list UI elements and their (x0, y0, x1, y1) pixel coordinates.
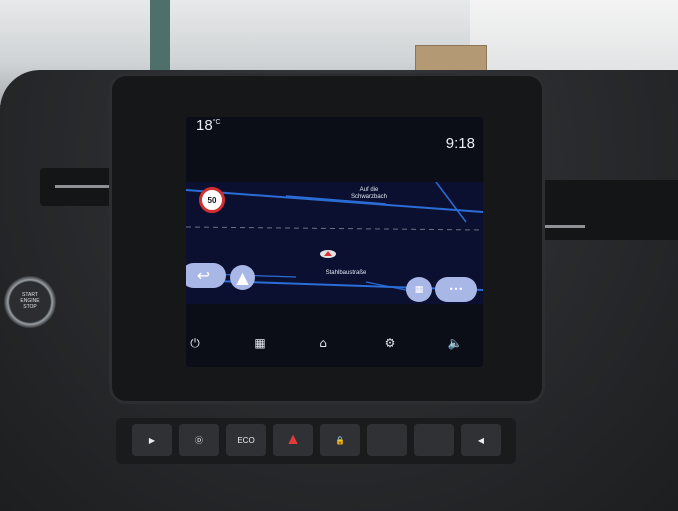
air-vent-right[interactable] (540, 180, 678, 240)
seat-icon: ◀ (477, 435, 485, 445)
current-street-label: Stahlbaustraße (325, 270, 367, 276)
lane-divider (186, 226, 483, 231)
bottom-dock: ⏻ ▦ ⌂ ⚙ 🔈 (186, 322, 483, 367)
seat-icon: ▶ (148, 435, 156, 445)
vent-slat (545, 225, 585, 228)
blank-button[interactable] (367, 424, 407, 456)
power-icon[interactable]: ⏻ (186, 334, 204, 352)
back-button[interactable]: ↩ (186, 263, 226, 288)
vent-slat (55, 185, 110, 188)
route-options-button[interactable]: ▦ (406, 277, 432, 302)
more-button[interactable]: ••• (435, 277, 477, 302)
seat-heater-right-button[interactable]: ◀ (461, 424, 501, 456)
route-options-icon: ▦ (414, 284, 424, 295)
auto-stop-icon: Ⓓ (195, 435, 203, 445)
back-arrow-icon: ↩ (196, 266, 211, 285)
lock-button[interactable]: 🔒 (320, 424, 360, 456)
apps-grid-icon[interactable]: ▦ (251, 334, 269, 352)
navigation-arrow-icon: ▲ (236, 268, 249, 287)
more-icon: ••• (448, 285, 464, 294)
temperature-readout: 18°C (196, 117, 221, 134)
car-dashboard-photo: START ENGINE STOP 18°C 9:18 50 Auf die S… (0, 0, 678, 511)
physical-button-strip (116, 418, 516, 464)
infotainment-screen[interactable]: 18°C 9:18 50 Auf die Schwarzbach Stahlba… (186, 117, 483, 367)
lock-icon: 🔒 (335, 435, 345, 445)
hazard-icon: ▲ (285, 431, 301, 448)
vehicle-position-marker (320, 250, 336, 258)
speed-limit-sign: 50 (199, 187, 225, 213)
home-icon[interactable]: ⌂ (314, 334, 332, 352)
navigate-button[interactable]: ▲ (230, 265, 255, 290)
volume-icon[interactable]: 🔈 (446, 334, 464, 352)
road (186, 189, 483, 213)
blank-button-2[interactable] (414, 424, 454, 456)
auto-start-stop-button[interactable]: Ⓓ (179, 424, 219, 456)
clock: 9:18 (445, 135, 475, 152)
upcoming-street-label: Auf die Schwarzbach (350, 187, 388, 200)
seat-heater-button[interactable]: ▶ (132, 424, 172, 456)
eco-button[interactable]: ECO (226, 424, 266, 456)
start-engine-label: START ENGINE STOP (20, 292, 40, 310)
car-settings-icon[interactable]: ⚙ (381, 334, 399, 352)
hazard-button[interactable]: ▲ (273, 424, 313, 456)
